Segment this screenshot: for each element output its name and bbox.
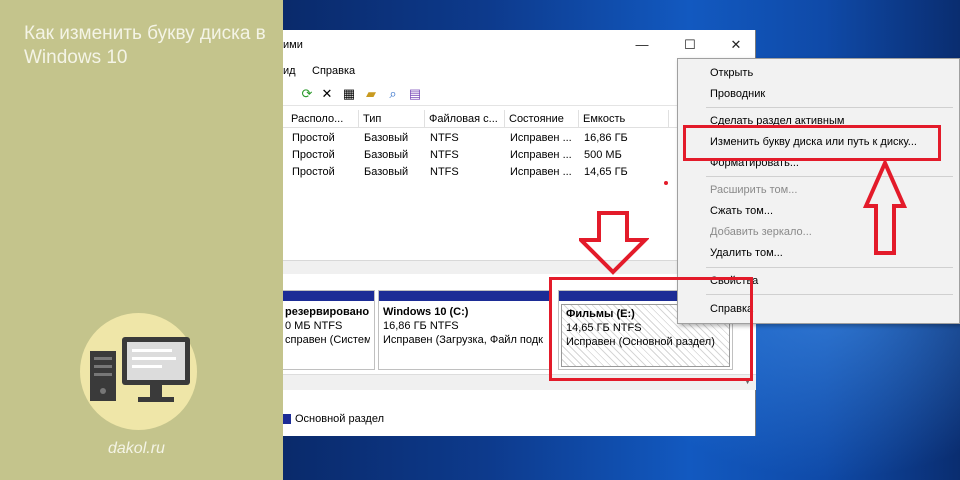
arrow-up-icon <box>863 160 907 255</box>
cell-status: Исправен ... <box>510 149 572 161</box>
menu-item-extend: Расширить том... <box>710 184 798 196</box>
cell-status: Исправен ... <box>510 166 572 178</box>
window-title: ими <box>283 39 303 51</box>
cell-capacity: 16,86 ГБ <box>584 132 628 144</box>
cell-type: Базовый <box>364 166 409 178</box>
legend-label: Основной раздел <box>295 413 384 425</box>
partition-name: Windows 10 (C:) <box>383 306 469 318</box>
column-status[interactable]: Состояние <box>505 110 579 128</box>
site-logo <box>80 313 197 430</box>
cell-type: Базовый <box>364 149 409 161</box>
cell-capacity: 500 МБ <box>584 149 622 161</box>
window-titlebar[interactable]: ими — ☐ ✕ <box>283 30 756 60</box>
menu-item-shrink[interactable]: Сжать том... <box>710 205 773 217</box>
minimize-icon: — <box>635 37 649 52</box>
highlight-partition-e <box>549 277 753 381</box>
partition-size: 0 МБ NTFS <box>285 320 343 332</box>
list-icon[interactable]: ▤ <box>407 86 423 102</box>
maximize-button[interactable]: ☐ <box>675 36 705 54</box>
menu-item-delete[interactable]: Удалить том... <box>710 247 783 259</box>
column-filesystem[interactable]: Файловая с... <box>425 110 505 128</box>
menu-separator <box>706 267 953 268</box>
menu-item-add-mirror: Добавить зеркало... <box>710 226 812 238</box>
cell-type: Базовый <box>364 132 409 144</box>
cell-layout: Простой <box>292 132 335 144</box>
annotation-dot <box>664 181 668 185</box>
partition-reserved[interactable]: резервировано 0 МБ NTFS справен (Систем <box>283 290 375 370</box>
menu-separator <box>706 176 953 177</box>
delete-icon[interactable]: ✕ <box>319 86 335 102</box>
partition-name: резервировано <box>285 306 370 318</box>
cell-filesystem: NTFS <box>430 132 459 144</box>
partition-bar <box>283 291 374 301</box>
column-capacity[interactable]: Емкость <box>579 110 669 128</box>
open-folder-icon[interactable]: ▰ <box>363 86 379 102</box>
minimize-button[interactable]: — <box>627 36 657 54</box>
computer-icon <box>90 337 190 402</box>
search-icon[interactable]: ⌕ <box>385 86 401 102</box>
arrow-down-icon <box>579 211 649 275</box>
partition-windows-c[interactable]: Windows 10 (C:) 16,86 ГБ NTFS Исправен (… <box>378 290 550 370</box>
menu-view[interactable]: ид <box>283 65 296 77</box>
windows-desktop: ими — ☐ ✕ ид Справка ⟳ ✕ ▦ ▰ ⌕ ▤ Располо… <box>283 0 960 480</box>
site-name: dakol.ru <box>108 440 165 457</box>
partition-size: 16,86 ГБ NTFS <box>383 320 459 332</box>
partition-status: справен (Систем <box>285 334 370 346</box>
article-title: Как изменить букву диска в Windows 10 <box>24 23 266 68</box>
cell-status: Исправен ... <box>510 132 572 144</box>
cell-filesystem: NTFS <box>430 149 459 161</box>
highlight-change-letter <box>683 125 941 161</box>
article-banner: Как изменить букву диска в Windows 10 da… <box>0 0 283 480</box>
cell-layout: Простой <box>292 166 335 178</box>
legend-swatch <box>283 414 291 424</box>
cell-layout: Простой <box>292 149 335 161</box>
maximize-icon: ☐ <box>684 37 696 52</box>
cell-capacity: 14,65 ГБ <box>584 166 628 178</box>
partition-bar <box>379 291 549 301</box>
properties-icon[interactable]: ▦ <box>341 86 357 102</box>
column-layout[interactable]: Располо... <box>287 110 359 128</box>
menu-help[interactable]: Справка <box>312 65 355 77</box>
close-icon: ✕ <box>730 37 742 52</box>
menu-separator <box>706 107 953 108</box>
column-type[interactable]: Тип <box>359 110 425 128</box>
refresh-icon[interactable]: ⟳ <box>299 86 315 102</box>
cell-filesystem: NTFS <box>430 166 459 178</box>
menu-item-explorer[interactable]: Проводник <box>710 88 765 100</box>
partition-status: Исправен (Загрузка, Файл подк <box>383 334 543 346</box>
close-button[interactable]: ✕ <box>721 36 751 54</box>
menu-item-open[interactable]: Открыть <box>710 67 753 79</box>
legend: Основной раздел <box>283 410 756 428</box>
